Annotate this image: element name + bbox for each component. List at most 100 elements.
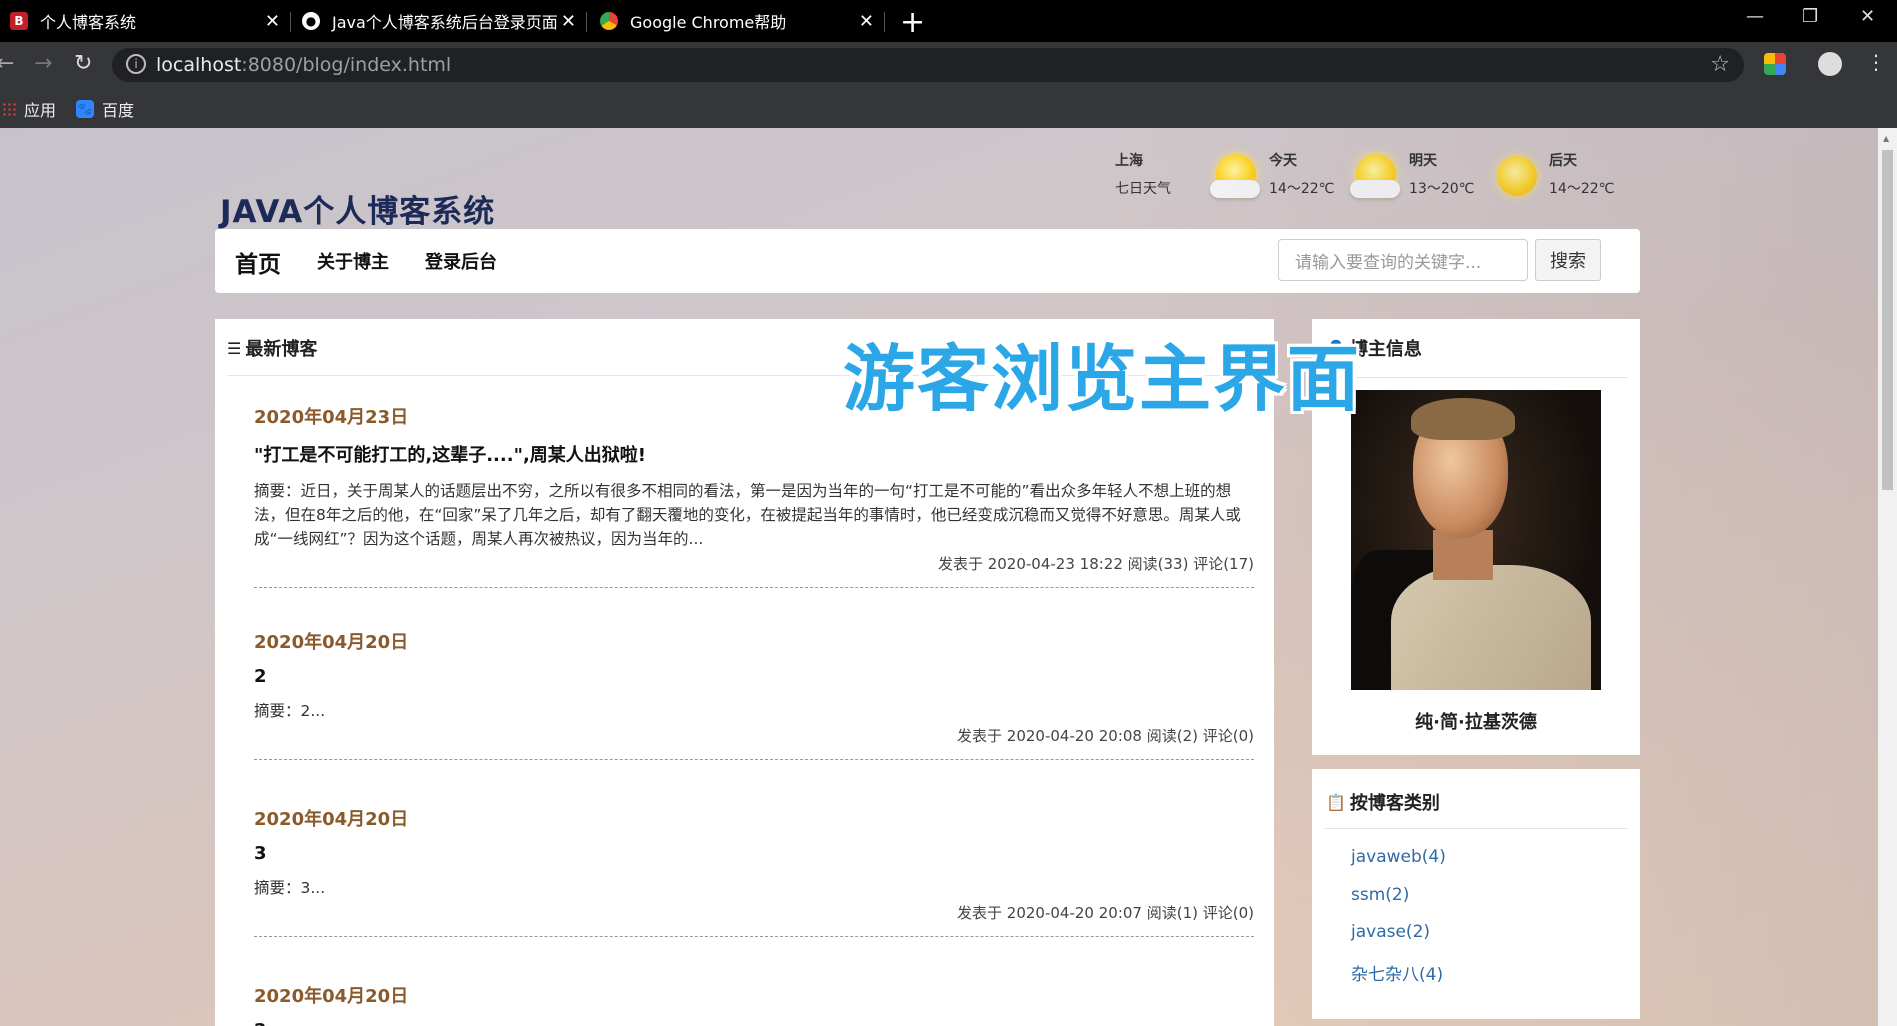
post-item: 2020年04月20日 3 摘要：3... 发表于 2020-04-20 20:… (254, 805, 1254, 937)
tab-chrome-help[interactable]: Google Chrome帮助 ✕ (600, 0, 884, 42)
panel-heading-text: 最新博客 (245, 339, 318, 360)
post-item: 2020年04月20日 2 摘要：2... 发表于 2020-04-20 20:… (254, 628, 1254, 760)
restore-icon[interactable]: ❐ (1802, 6, 1818, 27)
url-path: :8080/blog/index.html (241, 54, 452, 76)
tab-title: Google Chrome帮助 (630, 13, 787, 32)
latest-posts-panel: ☰ 最新博客 2020年04月23日 "打工是不可能打工的,这辈子....",周… (215, 319, 1274, 1026)
profile-avatar-icon[interactable] (1818, 52, 1842, 76)
nav-about[interactable]: 关于博主 (317, 248, 389, 274)
post-date: 2020年04月20日 (254, 986, 409, 1007)
blogger-info-panel: 👤 博主信息 纯·简·拉基茨德 (1312, 319, 1640, 755)
divider (1324, 828, 1628, 829)
tab-login-page[interactable]: ● Java个人博客系统后台登录页面 ✕ (302, 0, 586, 42)
cloud-icon (1350, 180, 1400, 198)
weather-day: 今天 14～22℃ (1269, 150, 1334, 198)
window-close-icon[interactable]: ✕ (1860, 6, 1875, 27)
post-meta: 发表于 2020-04-23 18:22 阅读(33) 评论(17) (937, 555, 1254, 573)
post-summary: 摘要：近日，关于周某人的话题层出不穷，之所以有很多不相同的看法，第一是因为当年的… (254, 482, 1241, 548)
category-link[interactable]: ssm(2) (1351, 885, 1409, 905)
tab-title: Java个人博客系统后台登录页面 (332, 13, 558, 32)
weather-city: 上海 (1115, 153, 1143, 169)
post-item: 2020年04月20日 2 (254, 982, 1254, 1026)
close-icon[interactable]: ✕ (265, 11, 280, 32)
book-icon: 📋 (1326, 792, 1346, 812)
post-meta: 发表于 2020-04-20 20:08 阅读(2) 评论(0) (957, 727, 1254, 745)
tab-divider (884, 12, 885, 32)
site-info-icon[interactable]: i (126, 54, 146, 74)
panel-heading: ☰ 最新博客 (227, 335, 317, 361)
close-icon[interactable]: ✕ (561, 11, 576, 32)
blogger-avatar (1351, 390, 1601, 690)
weather-location: 上海 七日天气 (1115, 150, 1171, 198)
page-viewport: JAVA个人博客系统 上海 七日天气 今天 14～22℃ 明天 13～20℃ 后… (0, 128, 1878, 1026)
globe-icon: ● (302, 12, 320, 30)
post-divider (254, 936, 1254, 937)
blogger-name: 纯·简·拉基茨德 (1415, 712, 1537, 733)
category-link[interactable]: javase(2) (1351, 922, 1430, 942)
panel-heading: 📋 按博客类别 (1326, 789, 1440, 815)
baidu-paw-icon: 🐾 (76, 100, 94, 118)
address-bar[interactable]: i localhost:8080/blog/index.html ☆ (112, 48, 1744, 82)
weather-temp: 14～22℃ (1549, 181, 1615, 197)
tab-title: 个人博客系统 (40, 13, 137, 32)
post-title[interactable]: 2 (254, 1020, 1254, 1026)
tab-strip: B 个人博客系统 ✕ ● Java个人博客系统后台登录页面 ✕ Google C… (0, 0, 1897, 42)
minimize-icon[interactable]: — (1746, 6, 1764, 27)
nav-login[interactable]: 登录后台 (425, 248, 497, 274)
tab-divider (290, 12, 291, 32)
post-meta: 发表于 2020-04-20 20:07 阅读(1) 评论(0) (957, 904, 1254, 922)
blog-favicon-icon: B (10, 12, 28, 30)
tab-blog-home[interactable]: B 个人博客系统 ✕ (10, 0, 290, 42)
post-date: 2020年04月20日 (254, 632, 409, 653)
weather-temp: 13～20℃ (1409, 181, 1475, 197)
category-link[interactable]: 杂七杂八(4) (1351, 960, 1443, 985)
post-title[interactable]: 3 (254, 843, 1254, 864)
post-divider (254, 759, 1254, 760)
weather-day-name: 后天 (1549, 153, 1577, 169)
apps-grid-icon (2, 102, 16, 116)
bookmark-label: 百度 (102, 101, 135, 120)
main-nav: 首页 关于博主 登录后台 请输入要查询的关键字... 搜索 (215, 229, 1640, 293)
categories-panel: 📋 按博客类别 javaweb(4) ssm(2) javase(2) 杂七杂八… (1312, 769, 1640, 1019)
bookmark-label: 应用 (24, 101, 57, 120)
post-summary: 摘要：3... (254, 879, 326, 897)
extension-icon[interactable] (1764, 53, 1786, 75)
site-logo[interactable]: JAVA个人博客系统 (220, 186, 495, 231)
post-summary: 摘要：2... (254, 702, 326, 720)
bookmark-star-icon[interactable]: ☆ (1710, 52, 1730, 77)
google-icon (600, 12, 618, 30)
page-scrollbar[interactable]: ▲ (1878, 128, 1897, 1026)
scroll-up-icon[interactable]: ▲ (1883, 134, 1889, 143)
post-title[interactable]: "打工是不可能打工的,这辈子....",周某人出狱啦! (254, 441, 1254, 467)
category-link[interactable]: javaweb(4) (1351, 847, 1446, 867)
divider (1324, 377, 1628, 378)
scrollbar-thumb[interactable] (1882, 150, 1893, 490)
post-date: 2020年04月20日 (254, 809, 409, 830)
bookmark-apps[interactable]: 应用 (2, 97, 56, 121)
menu-kebab-icon[interactable]: ⋮ (1866, 50, 1886, 74)
list-icon: ☰ (227, 338, 242, 358)
close-icon[interactable]: ✕ (859, 11, 874, 32)
reload-icon[interactable]: ↻ (74, 51, 92, 76)
weather-temp: 14～22℃ (1269, 181, 1335, 197)
weather-day-name: 今天 (1269, 153, 1297, 169)
weather-label: 七日天气 (1115, 181, 1171, 197)
bookmarks-bar: 应用 🐾 百度 (0, 88, 1897, 128)
new-tab-icon[interactable]: + (900, 5, 925, 40)
address-toolbar: ← → ↻ i localhost:8080/blog/index.html ☆… (0, 42, 1897, 88)
back-icon[interactable]: ← (0, 51, 14, 76)
weather-day: 明天 13～20℃ (1409, 150, 1474, 198)
post-title[interactable]: 2 (254, 666, 1254, 687)
post-item: 2020年04月23日 "打工是不可能打工的,这辈子....",周某人出狱啦! … (254, 403, 1254, 588)
weather-day-name: 明天 (1409, 153, 1437, 169)
caption-overlay: 游客浏览主界面 (843, 337, 1362, 421)
cloud-icon (1210, 180, 1260, 198)
url-host: localhost (156, 54, 242, 76)
sun-icon (1497, 156, 1537, 196)
nav-home[interactable]: 首页 (235, 245, 281, 279)
search-button[interactable]: 搜索 (1535, 239, 1601, 281)
search-input[interactable]: 请输入要查询的关键字... (1278, 239, 1528, 281)
tab-divider (586, 12, 587, 32)
bookmark-baidu[interactable]: 🐾 百度 (76, 97, 134, 121)
forward-icon[interactable]: → (34, 51, 52, 76)
